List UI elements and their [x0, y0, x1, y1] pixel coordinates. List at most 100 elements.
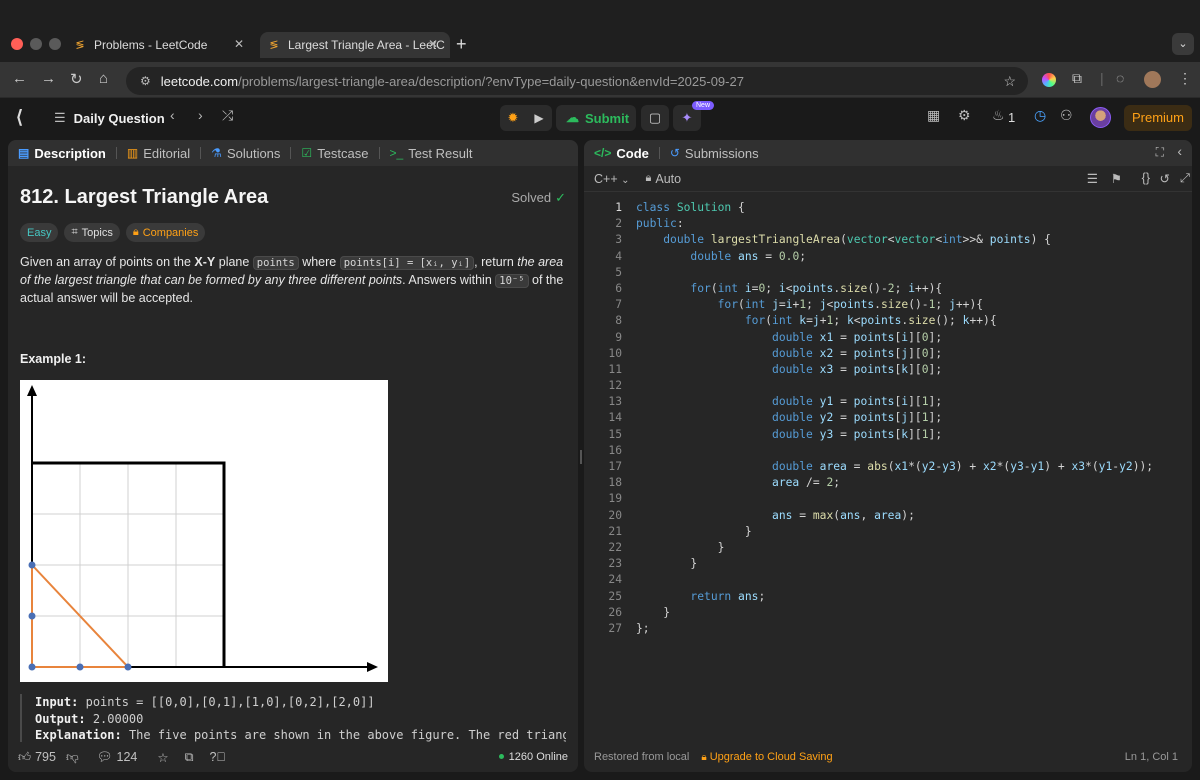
daily-question-label: Daily Question	[73, 110, 165, 126]
leetcode-logo-icon[interactable]: ⟨	[16, 107, 23, 128]
description-footer: 👍︎ 795 👎︎ 💬︎ 124 ☆ ⧉ ?⃝ 1260 Online	[8, 742, 578, 772]
maximize-window-button[interactable]	[49, 38, 61, 50]
tab-test-result[interactable]: >_ Test Result	[390, 146, 473, 161]
bookmark-star-icon[interactable]: ☆	[1003, 73, 1016, 90]
code-line: 15 double y3 = points[k][1];	[608, 427, 943, 441]
lock-icon: 🔒︎	[132, 226, 139, 238]
tab-divider	[378, 147, 380, 159]
tab-description[interactable]: ▤ Description	[18, 146, 106, 161]
desc-text: plane	[215, 255, 253, 269]
language-select[interactable]: C++ ⌄	[594, 172, 630, 186]
tab-code[interactable]: </> Code	[594, 146, 649, 161]
extension-color-icon[interactable]	[1042, 73, 1056, 87]
code-brackets-icon: </>	[594, 146, 612, 160]
collapse-panel-chevron-icon[interactable]: ‹	[1177, 143, 1182, 159]
companies-button[interactable]: 🔒︎ Companies	[125, 223, 206, 242]
triangle-plot	[27, 385, 378, 672]
debug-bug-icon[interactable]: ✹	[500, 110, 526, 126]
maximize-panel-icon[interactable]: ⛶	[1156, 145, 1164, 160]
tab-divider	[200, 147, 202, 159]
submit-button[interactable]: ☁ Submit	[556, 105, 636, 131]
like-icon[interactable]: 👍︎	[18, 750, 31, 765]
lock-icon: 🔒︎	[645, 172, 652, 184]
output-label: Output:	[35, 711, 86, 726]
forward-arrow-icon[interactable]: →	[41, 70, 56, 87]
prev-problem-chevron-icon[interactable]: ‹	[170, 107, 175, 123]
panel-resize-handle[interactable]	[580, 450, 582, 464]
cloud-upload-icon: ☁	[566, 110, 579, 125]
premium-button[interactable]: Premium	[1124, 105, 1192, 131]
home-icon[interactable]: ⌂	[99, 70, 108, 87]
history-icon: ↺	[669, 146, 680, 160]
bookmark-icon[interactable]: ⚑	[1111, 171, 1122, 186]
tab-solutions[interactable]: ⚗ Solutions	[211, 146, 280, 161]
code-line: 27};	[608, 621, 650, 635]
code-line: 12	[608, 379, 622, 393]
tab-search-chevron-icon[interactable]: ⌄	[1172, 33, 1194, 55]
code-line: 8 for(int k=j+1; k<points.size(); k++){	[615, 314, 997, 328]
new-tab-plus-icon[interactable]: +	[456, 34, 467, 55]
example-title: Example 1:	[20, 352, 87, 366]
performance-icon[interactable]: ◌	[1116, 70, 1124, 86]
timer-icon[interactable]: ◷	[1034, 107, 1046, 124]
code-line: 7 for(int j=i+1; j<points.size()-1; j++)…	[615, 298, 984, 312]
user-avatar[interactable]	[1090, 107, 1111, 128]
site-settings-icon[interactable]: ⚙	[140, 74, 151, 88]
browser-tab-problems[interactable]: ≶ Problems - LeetCode ✕	[66, 32, 256, 58]
fullscreen-icon[interactable]: ⤢	[1180, 171, 1190, 186]
point	[28, 612, 36, 620]
close-tab-icon[interactable]: ✕	[234, 37, 244, 51]
format-icon[interactable]: ☰	[1087, 171, 1098, 186]
upgrade-label: Upgrade to Cloud Saving	[709, 751, 833, 763]
add-friend-icon[interactable]: ⚇	[1060, 107, 1073, 124]
tab-code-label: Code	[616, 145, 649, 161]
editor-footer: Restored from local 🔒︎ Upgrade to Cloud S…	[584, 742, 1192, 772]
settings-gear-icon[interactable]: ⚙	[958, 107, 971, 124]
help-icon[interactable]: ?⃝	[210, 750, 226, 764]
code-line: 11 double x3 = points[k][0];	[608, 362, 943, 376]
comment-icon[interactable]: 💬︎	[97, 750, 113, 765]
back-arrow-icon[interactable]: ←	[12, 70, 27, 87]
upgrade-cloud-link[interactable]: 🔒︎ Upgrade to Cloud Saving	[701, 751, 832, 763]
code-editor[interactable]: 1 class Solution { 2 public: 3 double larg…	[584, 200, 1192, 637]
browser-tab-active[interactable]: ≶ Largest Triangle Area - LeetC ✕	[260, 32, 450, 58]
close-window-button[interactable]	[11, 38, 23, 50]
reload-icon[interactable]: ↻	[70, 70, 83, 88]
run-controls: ✹ ▶	[500, 105, 552, 131]
share-icon[interactable]: ⧉	[185, 750, 194, 765]
mode-label: Auto	[655, 171, 682, 186]
tab-testcase[interactable]: ☑ Testcase	[301, 146, 368, 161]
streak-count: 1	[1008, 110, 1016, 125]
output-value: 2.00000	[92, 711, 144, 726]
run-play-icon[interactable]: ▶	[526, 111, 552, 125]
toolbar-separator: |	[1100, 70, 1104, 86]
code-line: 3 double largestTriangleArea(vector<vect…	[615, 233, 1051, 247]
tab-solutions-label: Solutions	[226, 145, 281, 161]
profile-avatar-icon[interactable]	[1144, 71, 1161, 88]
topics-button[interactable]: ⌗ Topics	[64, 223, 120, 242]
next-problem-chevron-icon[interactable]: ›	[198, 107, 203, 123]
layout-grid-icon[interactable]: ▦	[927, 107, 940, 124]
browser-menu-icon[interactable]: ⋮	[1178, 70, 1192, 87]
reset-code-icon[interactable]: ↺	[1160, 171, 1170, 186]
notes-icon[interactable]: ▢	[641, 105, 669, 131]
shuffle-icon[interactable]: ⤮	[222, 107, 233, 124]
tab-editorial[interactable]: ▥ Editorial	[127, 146, 190, 161]
url-input[interactable]: ⚙ leetcode.com/problems/largest-triangle…	[126, 67, 1028, 95]
braces-icon[interactable]: {}	[1142, 171, 1150, 185]
minimize-window-button[interactable]	[30, 38, 42, 50]
code-line: 18 area /= 2;	[608, 476, 841, 490]
daily-question-link[interactable]: ☰ Daily Question	[54, 110, 165, 126]
code-line: 22 }	[608, 540, 725, 554]
streak-flame-icon[interactable]: ♨	[992, 107, 1005, 124]
problem-description: Given an array of points on the X-Y plan…	[20, 254, 566, 307]
example-block: Input: points = [[0,0],[0,1],[1,0],[0,2]…	[20, 694, 566, 744]
submit-label: Submit	[585, 110, 630, 126]
tab-submissions[interactable]: ↺ Submissions	[670, 146, 759, 161]
close-tab-icon[interactable]: ✕	[428, 37, 438, 51]
extensions-puzzle-icon[interactable]: ⧉	[1072, 70, 1082, 87]
dislike-icon[interactable]: 👎︎	[66, 750, 79, 765]
favorite-star-icon[interactable]: ☆	[157, 750, 168, 765]
online-count: 1260 Online	[498, 751, 568, 763]
inline-code: points[i] = [xᵢ, yᵢ]	[339, 256, 475, 270]
